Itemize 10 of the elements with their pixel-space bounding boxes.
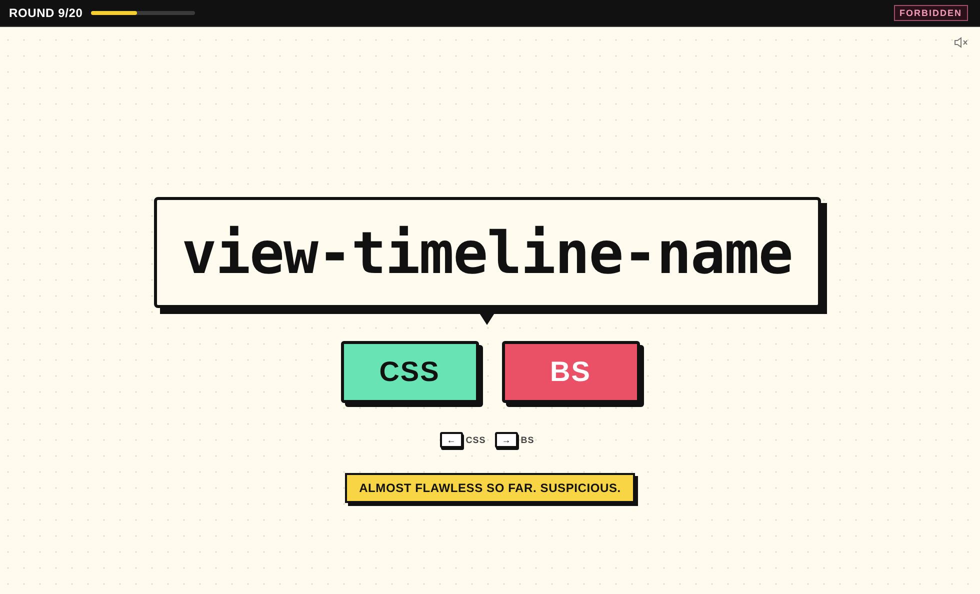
keyboard-key: ←: [440, 432, 463, 448]
feedback-message: ALMOST FLAWLESS SO FAR. SUSPICIOUS.: [345, 473, 635, 503]
term-text: view-timeline-name: [182, 218, 792, 286]
key-hint-label: CSS: [466, 435, 486, 445]
category-badge: FORBIDDEN: [894, 5, 968, 21]
keyboard-key: →: [494, 432, 518, 448]
bubble-pointer: [478, 311, 496, 325]
key-hint-label: BS: [520, 435, 534, 445]
round-counter: ROUND 9/20: [9, 6, 83, 20]
mute-icon[interactable]: [954, 37, 968, 48]
